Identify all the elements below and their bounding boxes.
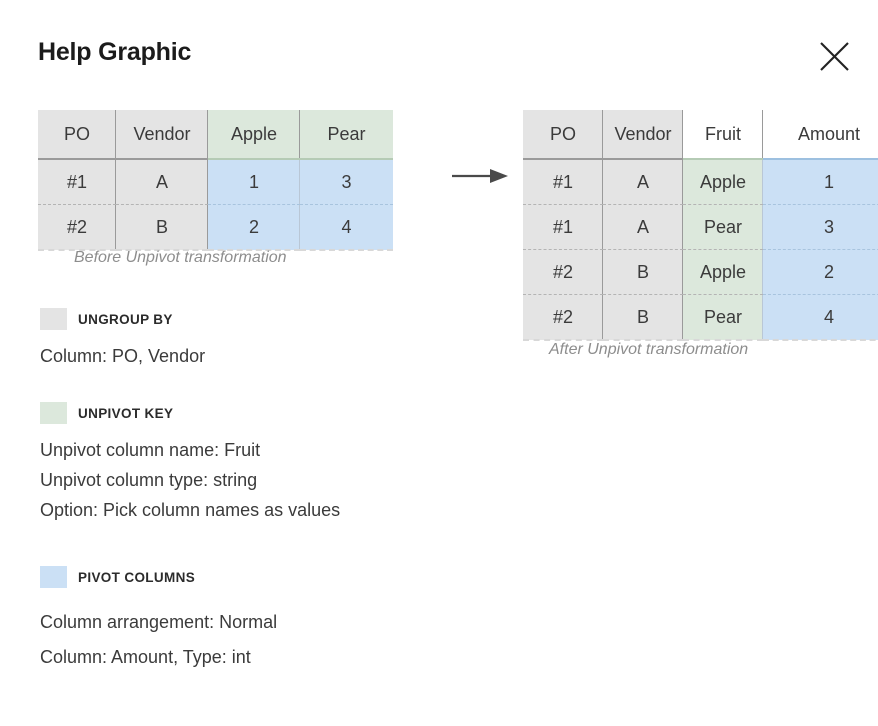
table-row: #2 B Pear 4: [523, 294, 878, 341]
cell-vendor: B: [603, 294, 683, 341]
table-header-row: PO Vendor Fruit Amount: [523, 110, 878, 160]
table-row: #2 B Apple 2: [523, 249, 878, 295]
cell-pear: 3: [300, 159, 393, 205]
before-unpivot-table: PO Vendor Apple Pear #1 A 1 3 #2 B 2 4: [38, 110, 393, 251]
cell-vendor: B: [116, 204, 208, 251]
pivot-columns-color-swatch-icon: [40, 566, 67, 588]
cell-fruit: Apple: [683, 249, 763, 295]
cell-vendor: A: [603, 204, 683, 250]
cell-pear: 4: [300, 204, 393, 251]
cell-apple: 1: [208, 159, 300, 205]
cell-po: #2: [38, 204, 116, 251]
legend-title: PIVOT COLUMNS: [78, 569, 196, 585]
legend-detail-line: Column arrangement: Normal: [40, 612, 278, 632]
legend-title: UNPIVOT KEY: [78, 405, 174, 421]
cell-amount: 2: [763, 249, 878, 295]
legend-detail-line: Column: Amount, Type: int: [40, 647, 251, 667]
before-table-caption: Before Unpivot transformation: [74, 249, 287, 266]
column-header-vendor: Vendor: [603, 110, 683, 160]
cell-fruit: Apple: [683, 159, 763, 205]
cell-vendor: A: [603, 159, 683, 205]
table-row: #1 A 1 3: [38, 159, 393, 205]
column-header-vendor: Vendor: [116, 110, 208, 160]
unpivot-key-color-swatch-icon: [40, 402, 67, 424]
arrow-right-icon: [452, 167, 508, 185]
cell-vendor: A: [116, 159, 208, 205]
table-row: #1 A Pear 3: [523, 204, 878, 250]
legend-detail-line: Option: Pick column names as values: [40, 500, 341, 520]
cell-vendor: B: [603, 249, 683, 295]
column-header-amount: Amount: [763, 110, 878, 160]
table-header-row: PO Vendor Apple Pear: [38, 110, 393, 160]
help-graphic-dialog: Help Graphic PO Vendor Apple Pear #1 A 1: [0, 0, 878, 726]
cell-po: #2: [523, 294, 603, 341]
cell-amount: 1: [763, 159, 878, 205]
cell-po: #1: [38, 159, 116, 205]
column-header-po: PO: [523, 110, 603, 160]
legend-title: UNGROUP BY: [78, 311, 173, 327]
ungroup-by-color-swatch-icon: [40, 308, 67, 330]
close-icon[interactable]: [818, 40, 851, 73]
column-header-apple: Apple: [208, 110, 300, 160]
cell-po: #2: [523, 249, 603, 295]
cell-po: #1: [523, 204, 603, 250]
table-row: #2 B 2 4: [38, 204, 393, 251]
after-table-caption: After Unpivot transformation: [549, 341, 749, 358]
after-unpivot-table: PO Vendor Fruit Amount #1 A Apple 1 #1 A…: [523, 110, 878, 341]
legend-detail-line: Unpivot column type: string: [40, 470, 258, 490]
column-header-po: PO: [38, 110, 116, 160]
cell-fruit: Pear: [683, 294, 763, 341]
legend-section-ungroup-by: UNGROUP BY Column: PO, Vendor: [40, 308, 205, 367]
cell-po: #1: [523, 159, 603, 205]
cell-amount: 3: [763, 204, 878, 250]
legend-detail-line: Unpivot column name: Fruit: [40, 440, 261, 460]
table-row: #1 A Apple 1: [523, 159, 878, 205]
legend-section-pivot-columns: PIVOT COLUMNS Column arrangement: Normal…: [40, 566, 277, 668]
column-header-pear: Pear: [300, 110, 393, 160]
legend-section-unpivot-key: UNPIVOT KEY Unpivot column name: Fruit U…: [40, 402, 340, 521]
cell-apple: 2: [208, 204, 300, 251]
column-header-fruit: Fruit: [683, 110, 763, 160]
legend-detail-line: Column: PO, Vendor: [40, 346, 206, 366]
cell-fruit: Pear: [683, 204, 763, 250]
page-title: Help Graphic: [38, 38, 192, 66]
cell-amount: 4: [763, 294, 878, 341]
